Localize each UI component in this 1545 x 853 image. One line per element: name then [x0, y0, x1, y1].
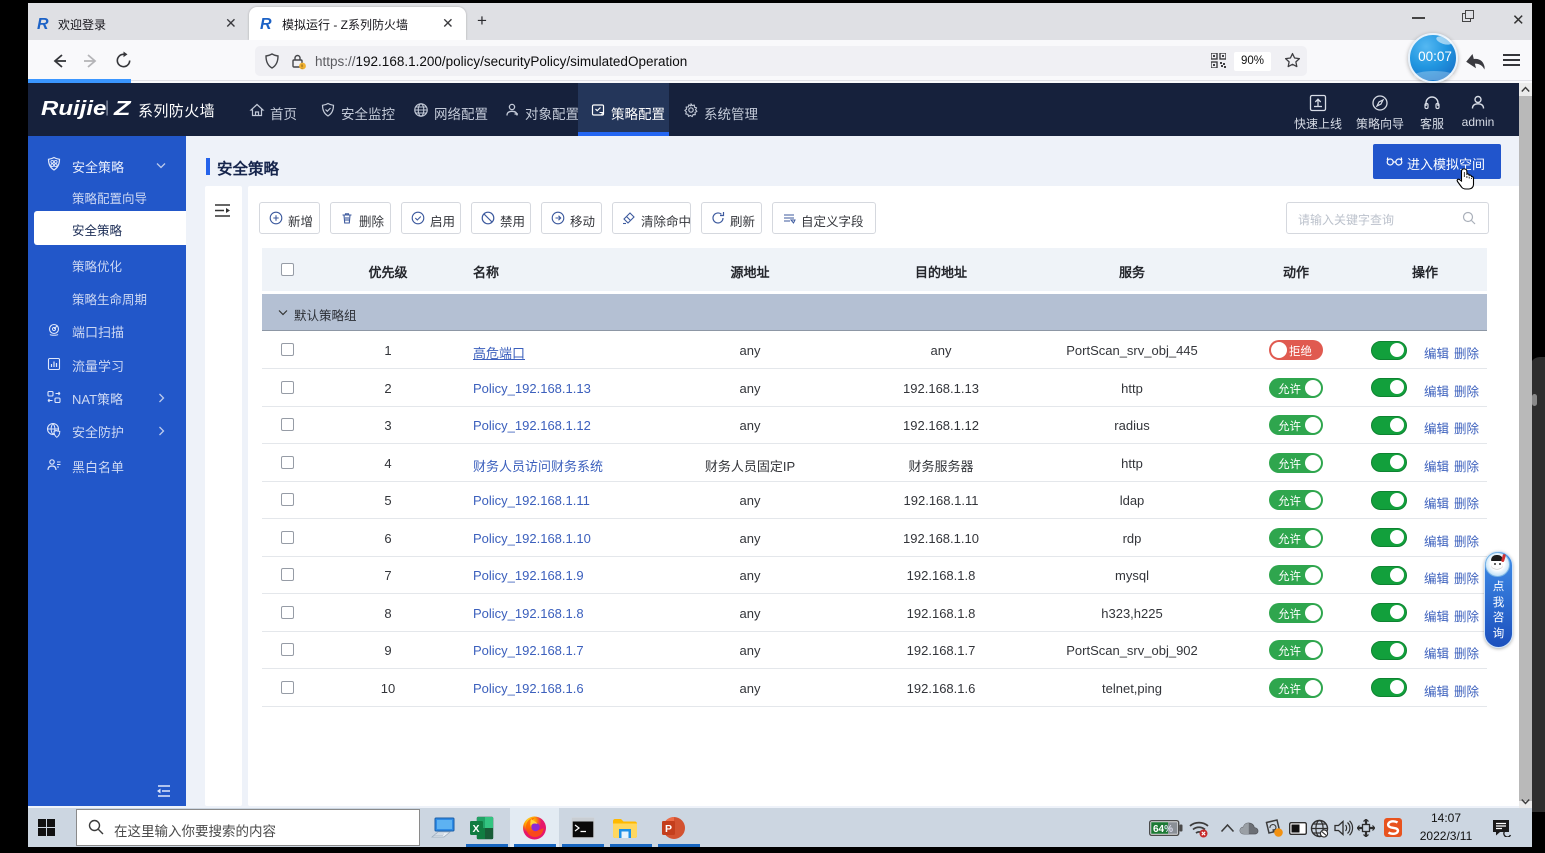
svg-text:R: R [37, 16, 49, 32]
svg-text:P: P [665, 823, 672, 835]
svg-text:64%: 64% [1153, 824, 1173, 835]
svg-text:R: R [260, 16, 272, 32]
svg-text:X: X [473, 823, 480, 835]
